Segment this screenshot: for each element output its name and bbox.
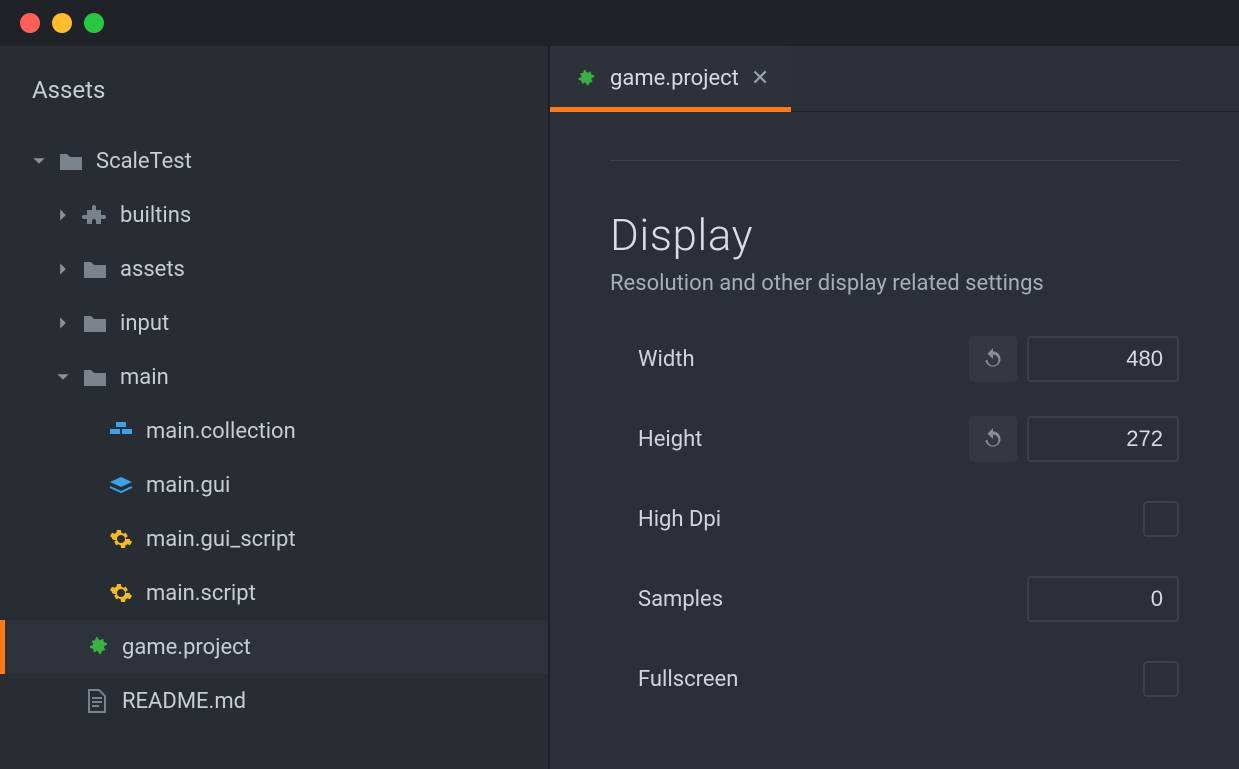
chevron-right-icon[interactable] bbox=[56, 208, 70, 222]
project-icon bbox=[84, 634, 110, 660]
tab-label: game.project bbox=[610, 66, 739, 91]
field-height: Height bbox=[610, 412, 1179, 466]
tree-item-main-script[interactable]: main.script bbox=[0, 566, 548, 620]
folder-icon bbox=[82, 256, 108, 282]
assets-tree: ScaleTest builtins assets bbox=[0, 134, 548, 728]
field-label: Samples bbox=[638, 587, 969, 612]
tree-item-game-project[interactable]: game.project bbox=[0, 620, 548, 674]
chevron-down-icon[interactable] bbox=[32, 154, 46, 168]
fullscreen-checkbox[interactable] bbox=[1143, 661, 1179, 697]
chevron-right-icon[interactable] bbox=[56, 262, 70, 276]
folder-icon bbox=[82, 310, 108, 336]
field-label: High Dpi bbox=[638, 507, 969, 532]
tree-item-label: main.script bbox=[146, 581, 256, 606]
height-input[interactable] bbox=[1027, 416, 1179, 462]
folder-icon bbox=[58, 148, 84, 174]
field-width: Width bbox=[610, 332, 1179, 386]
tree-item-label: game.project bbox=[122, 635, 251, 660]
assets-panel: Assets ScaleTest builtins bbox=[0, 46, 550, 769]
tree-item-label: ScaleTest bbox=[96, 149, 192, 174]
collection-icon bbox=[108, 418, 134, 444]
window-maximize-button[interactable] bbox=[84, 13, 104, 33]
undo-icon bbox=[980, 426, 1006, 452]
tab-bar: game.project ✕ bbox=[550, 46, 1239, 112]
section-subtitle: Resolution and other display related set… bbox=[610, 271, 1179, 296]
close-icon[interactable]: ✕ bbox=[751, 68, 769, 90]
tree-item-main[interactable]: main bbox=[0, 350, 548, 404]
gear-icon bbox=[108, 580, 134, 606]
undo-icon bbox=[980, 346, 1006, 372]
samples-input[interactable] bbox=[1027, 576, 1179, 622]
field-high-dpi: High Dpi bbox=[610, 492, 1179, 546]
editor-area: game.project ✕ Display Resolution and ot… bbox=[550, 46, 1239, 769]
tree-item-label: assets bbox=[120, 257, 185, 282]
chevron-right-icon[interactable] bbox=[56, 316, 70, 330]
file-icon bbox=[84, 688, 110, 714]
tree-item-input[interactable]: input bbox=[0, 296, 548, 350]
tree-item-assets[interactable]: assets bbox=[0, 242, 548, 296]
width-input[interactable] bbox=[1027, 336, 1179, 382]
tree-item-label: main.gui bbox=[146, 473, 230, 498]
tree-item-builtins[interactable]: builtins bbox=[0, 188, 548, 242]
tree-item-label: builtins bbox=[120, 203, 191, 228]
tree-item-label: README.md bbox=[122, 689, 246, 714]
high-dpi-checkbox[interactable] bbox=[1143, 501, 1179, 537]
folder-icon bbox=[82, 364, 108, 390]
field-label: Fullscreen bbox=[638, 667, 969, 692]
field-label: Width bbox=[638, 347, 969, 372]
tree-item-main-gui[interactable]: main.gui bbox=[0, 458, 548, 512]
window-titlebar bbox=[0, 0, 1239, 46]
section-title: Display bbox=[610, 209, 1179, 261]
field-fullscreen: Fullscreen bbox=[610, 652, 1179, 706]
tree-item-scaletest[interactable]: ScaleTest bbox=[0, 134, 548, 188]
tree-item-main-gui-script[interactable]: main.gui_script bbox=[0, 512, 548, 566]
window-close-button[interactable] bbox=[20, 13, 40, 33]
tab-game-project[interactable]: game.project ✕ bbox=[550, 46, 791, 111]
tree-item-label: input bbox=[120, 311, 169, 336]
field-label: Height bbox=[638, 427, 969, 452]
puzzle-icon bbox=[82, 202, 108, 228]
tree-item-label: main.gui_script bbox=[146, 527, 296, 552]
tree-item-label: main bbox=[120, 365, 169, 390]
chevron-down-icon[interactable] bbox=[56, 370, 70, 384]
tree-item-readme[interactable]: README.md bbox=[0, 674, 548, 728]
properties-editor: Display Resolution and other display rel… bbox=[550, 112, 1239, 769]
gui-icon bbox=[108, 472, 134, 498]
reset-button[interactable] bbox=[969, 336, 1017, 382]
assets-panel-title: Assets bbox=[0, 76, 548, 134]
tree-item-label: main.collection bbox=[146, 419, 296, 444]
window-minimize-button[interactable] bbox=[52, 13, 72, 33]
tree-item-main-collection[interactable]: main.collection bbox=[0, 404, 548, 458]
gear-icon bbox=[108, 526, 134, 552]
field-samples: Samples bbox=[610, 572, 1179, 626]
project-icon bbox=[572, 66, 598, 92]
reset-button[interactable] bbox=[969, 416, 1017, 462]
